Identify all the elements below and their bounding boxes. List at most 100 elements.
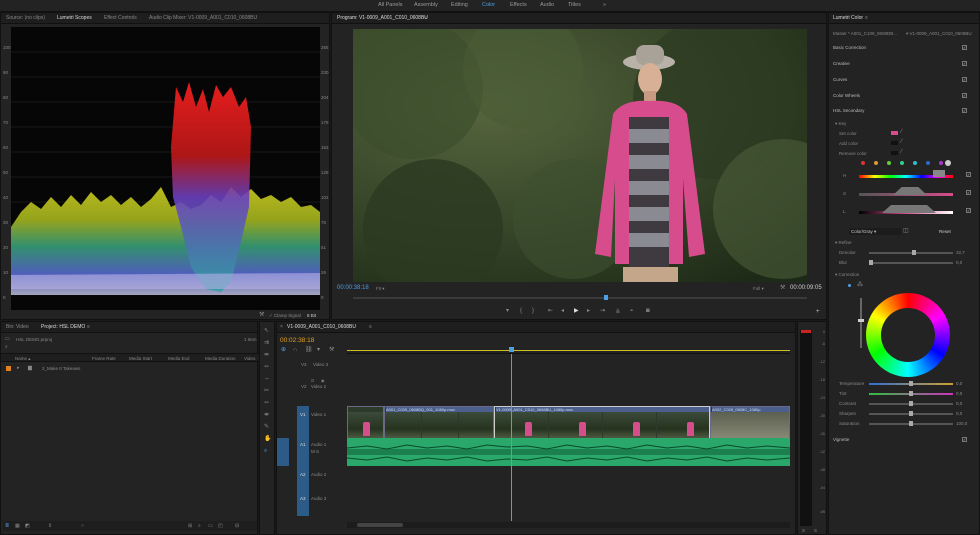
sharpen-value[interactable]: 0,0: [956, 411, 962, 416]
blur-slider[interactable]: [869, 260, 953, 265]
freeform-view-icon[interactable]: ◩: [25, 523, 30, 529]
luma-knob[interactable]: [858, 319, 864, 322]
clip-select[interactable]: ▾ V1-0009_A001_C010_0608BU: [906, 31, 972, 37]
project-menu-icon[interactable]: ≡: [87, 324, 90, 330]
rolling-edit-tool-icon[interactable]: ⇿: [264, 364, 269, 370]
tint-knob[interactable]: [909, 391, 913, 396]
hsl-secondary-checkbox[interactable]: ✓: [962, 108, 967, 113]
workspace-tab-titles[interactable]: Titles: [568, 2, 581, 8]
saturation-knob[interactable]: [909, 421, 913, 426]
column-name[interactable]: Name ▴: [15, 356, 31, 362]
track-select-tool-icon[interactable]: ⇉: [264, 340, 269, 346]
luminance-slider[interactable]: [859, 205, 953, 214]
mute-solo-buttons[interactable]: M S: [311, 449, 319, 454]
time-ruler[interactable]: [347, 338, 790, 354]
display-mode-select[interactable]: Color/Gray ▾: [849, 228, 901, 235]
temperature-knob[interactable]: [909, 381, 913, 386]
search-icon[interactable]: ⌕: [5, 344, 8, 350]
video-clip[interactable]: A001_C039_0608BQ_001_1080p.mov: [384, 406, 494, 440]
bit-depth-select[interactable]: 8 Bit: [307, 313, 316, 318]
section-color-wheels[interactable]: Color Wheels: [833, 93, 860, 98]
video-clip[interactable]: [347, 406, 384, 440]
luminance-range-handle[interactable]: [882, 205, 936, 213]
denoise-value[interactable]: 32,7: [956, 250, 965, 255]
section-creative[interactable]: Creative: [833, 61, 850, 66]
preset-swatch[interactable]: [861, 161, 865, 165]
remove-color-swatch[interactable]: [891, 151, 898, 155]
add-color-swatch[interactable]: [891, 141, 898, 145]
export-frame-icon[interactable]: ◙: [646, 308, 650, 314]
saturation-range-handle[interactable]: [893, 187, 927, 195]
step-forward-icon[interactable]: ▸: [587, 308, 590, 314]
temperature-slider[interactable]: [869, 381, 953, 386]
nest-icon[interactable]: ⊕: [281, 347, 286, 353]
preset-swatch[interactable]: [874, 161, 878, 165]
section-curves[interactable]: Curves: [833, 77, 847, 82]
tab-project[interactable]: Project: HSL DEMO: [41, 324, 85, 330]
quality-select[interactable]: Full ▾: [753, 286, 764, 292]
correction-disclosure[interactable]: ▾ Correction: [835, 272, 859, 278]
pen-tool-icon[interactable]: ✎: [264, 424, 269, 430]
blur-value[interactable]: 0,0: [956, 260, 962, 265]
section-vignette[interactable]: Vignette: [833, 437, 849, 442]
sharpen-knob[interactable]: [909, 411, 913, 416]
program-scrubber[interactable]: [353, 295, 807, 300]
three-way-wheels-icon[interactable]: ⁂: [857, 282, 863, 288]
track-header-v2[interactable]: ⊡ ◉ V2 Video 2: [297, 378, 345, 404]
work-area-bar[interactable]: [347, 350, 790, 351]
preset-swatch[interactable]: [900, 161, 904, 165]
column-frame-rate[interactable]: Frame Rate: [92, 356, 116, 361]
saturation-checkbox[interactable]: ✓: [966, 190, 971, 195]
tab-source[interactable]: Source: (no clips): [6, 15, 45, 21]
contrast-value[interactable]: 0,0: [956, 401, 962, 406]
playhead-handle[interactable]: [509, 347, 514, 352]
saturation-adjust-slider[interactable]: [869, 421, 953, 426]
slip-tool-icon[interactable]: ⇿: [264, 400, 269, 406]
slide-tool-icon[interactable]: ⇼: [264, 412, 269, 418]
list-item[interactable]: ▸ ▆ 2_Make It Takeaws: [1, 365, 259, 373]
saturation-value[interactable]: 100,0: [956, 421, 967, 426]
ripple-edit-tool-icon[interactable]: ⇹: [264, 352, 269, 358]
preset-swatch[interactable]: [939, 161, 943, 165]
curves-checkbox[interactable]: ✓: [962, 77, 967, 82]
workspace-tab-color[interactable]: Color: [482, 2, 495, 8]
sort-icon[interactable]: ⇕: [48, 523, 52, 529]
solo-button[interactable]: S: [802, 528, 805, 533]
master-clip-select[interactable]: Master * A001_C109_0608DB...: [833, 31, 903, 36]
saturation-slider[interactable]: [859, 187, 953, 196]
denoise-knob[interactable]: [912, 250, 916, 255]
track-header-a2[interactable]: A2 Audio 2: [297, 468, 345, 492]
tab-program[interactable]: Program: V1-0009_A001_C010_0608BU: [337, 15, 428, 21]
snap-icon[interactable]: ∩: [293, 347, 297, 353]
vignette-checkbox[interactable]: ✓: [962, 437, 967, 442]
column-media-start[interactable]: Media Start: [129, 356, 152, 361]
workspace-tab-audio[interactable]: Audio: [540, 2, 554, 8]
denoise-slider[interactable]: [869, 250, 953, 255]
tab-lumetri-color[interactable]: Lumetri Color: [833, 15, 863, 21]
tab-effect-controls[interactable]: Effect Controls: [104, 15, 137, 21]
tab-sequence[interactable]: V1-0009_A001_C010_0608BU: [287, 324, 356, 330]
mark-in-icon[interactable]: {: [520, 308, 522, 314]
sequence-menu-icon[interactable]: ≡: [369, 324, 372, 330]
hue-slider[interactable]: [859, 170, 953, 178]
clear-icon[interactable]: ⊟: [235, 523, 239, 529]
rate-stretch-tool-icon[interactable]: ⇔: [264, 376, 270, 382]
refine-disclosure[interactable]: ▾ Refine: [835, 240, 852, 246]
color-wheels-checkbox[interactable]: ✓: [962, 93, 967, 98]
icon-view-icon[interactable]: ▦: [15, 523, 20, 529]
eyedropper-minus-icon[interactable]: ⁄: [901, 149, 902, 155]
single-wheel-toggle[interactable]: [848, 284, 851, 287]
tint-value[interactable]: 0,0: [956, 391, 962, 396]
zoom-slider-icon[interactable]: ○: [81, 523, 84, 529]
timeline-scroll-thumb[interactable]: [357, 523, 403, 527]
go-to-out-icon[interactable]: ⇥: [600, 308, 605, 314]
lift-icon[interactable]: ⩠: [616, 308, 620, 314]
timeline-scrollbar[interactable]: [347, 522, 790, 528]
sharpen-slider[interactable]: [869, 411, 953, 416]
go-to-in-icon[interactable]: ⇤: [548, 308, 553, 314]
video-clip-selected[interactable]: V1-0009_A001_C010_0608BU_1080p.mov: [494, 406, 710, 440]
find-icon[interactable]: ⌕: [198, 523, 201, 529]
zoom-tool-icon[interactable]: ⌕: [264, 448, 267, 454]
tab-lumetri-scopes[interactable]: Lumetri Scopes: [57, 15, 92, 21]
workspace-tab-effects[interactable]: Effects: [510, 2, 527, 8]
